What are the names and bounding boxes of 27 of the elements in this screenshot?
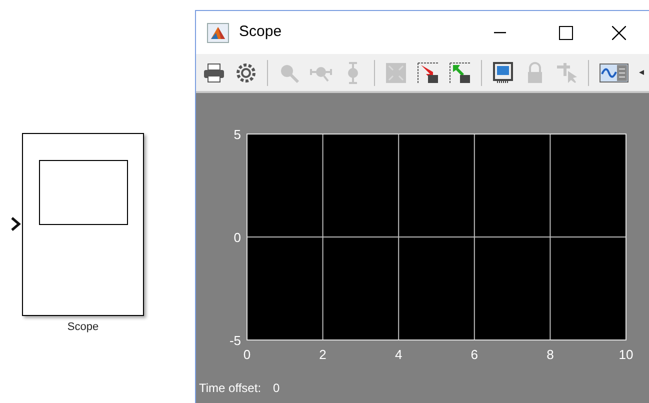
expand-icon xyxy=(385,62,407,84)
x-tick-label: 2 xyxy=(319,347,326,362)
x-tick-label: 10 xyxy=(618,347,634,362)
y-tick-label: 5 xyxy=(234,127,241,142)
monitor-icon xyxy=(492,62,514,84)
window-title: Scope xyxy=(239,22,282,42)
x-tick-label: 8 xyxy=(546,347,554,362)
pointer-icon xyxy=(556,62,578,84)
scope-block[interactable] xyxy=(22,133,144,316)
x-tick-label: 0 xyxy=(243,347,251,362)
time-offset-label: Time offset: xyxy=(199,380,262,397)
x-tick-label: 6 xyxy=(470,347,478,362)
y-tick-label: -5 xyxy=(229,333,241,348)
zoom-in-box-icon xyxy=(449,62,471,84)
close-icon xyxy=(612,26,626,40)
maximize-icon xyxy=(559,26,573,40)
y-tick-label: 0 xyxy=(234,230,241,245)
time-offset-value: 0 xyxy=(273,380,280,397)
input-port-icon xyxy=(11,217,21,231)
x-tick-label: 4 xyxy=(394,347,402,362)
wave-panel-icon xyxy=(599,62,629,84)
zoom-out-box-icon xyxy=(417,62,439,84)
gear-icon xyxy=(235,62,257,84)
minimize-icon xyxy=(494,32,506,34)
app-logo-icon xyxy=(207,22,229,42)
block-label: Scope xyxy=(66,320,100,335)
printer-icon xyxy=(203,62,225,84)
